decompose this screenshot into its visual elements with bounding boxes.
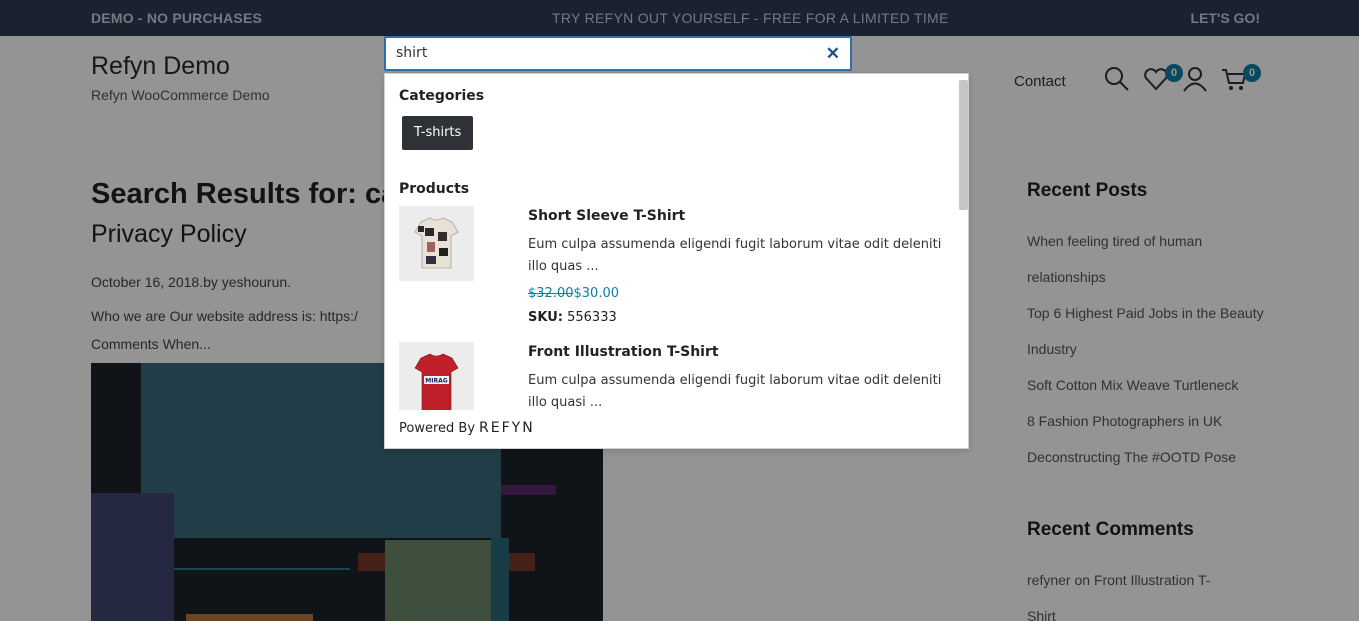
refyn-logo: REFYN [479,420,535,436]
search-input[interactable] [396,45,816,61]
svg-text:MIRAG: MIRAG [425,378,447,385]
search-results-dropdown: Categories T-shirts Products Short Sleev… [384,73,969,449]
product-thumbnail[interactable]: MIRAG [399,342,474,410]
powered-by: Powered By REFYN [399,420,535,436]
products-heading: Products [399,181,470,197]
product-price: $32.00$30.00 [528,286,619,301]
search-results-list[interactable]: Categories T-shirts Products Short Sleev… [385,74,957,410]
product-sku: SKU: 556333 [528,310,617,325]
product-old-price: $32.00 [528,286,574,301]
categories-heading: Categories [399,88,485,104]
category-tag-tshirts[interactable]: T-shirts [402,116,474,150]
results-scrollbar[interactable] [959,80,968,210]
product-thumbnail[interactable] [399,206,474,281]
product-name[interactable]: Short Sleeve T-Shirt [528,208,685,224]
product-description: Eum culpa assumenda eligendi fugit labor… [528,237,942,274]
product-sale-price: $30.00 [573,286,620,301]
product-description: Eum culpa assumenda eligendi fugit labor… [528,373,942,410]
powered-by-text: Powered By [399,421,476,436]
close-icon[interactable]: ✕ [826,44,840,64]
sku-label: SKU: [528,310,563,325]
sku-value: 556333 [567,310,617,325]
product-name[interactable]: Front Illustration T-Shirt [528,344,719,360]
search-field: ✕ [384,36,852,71]
